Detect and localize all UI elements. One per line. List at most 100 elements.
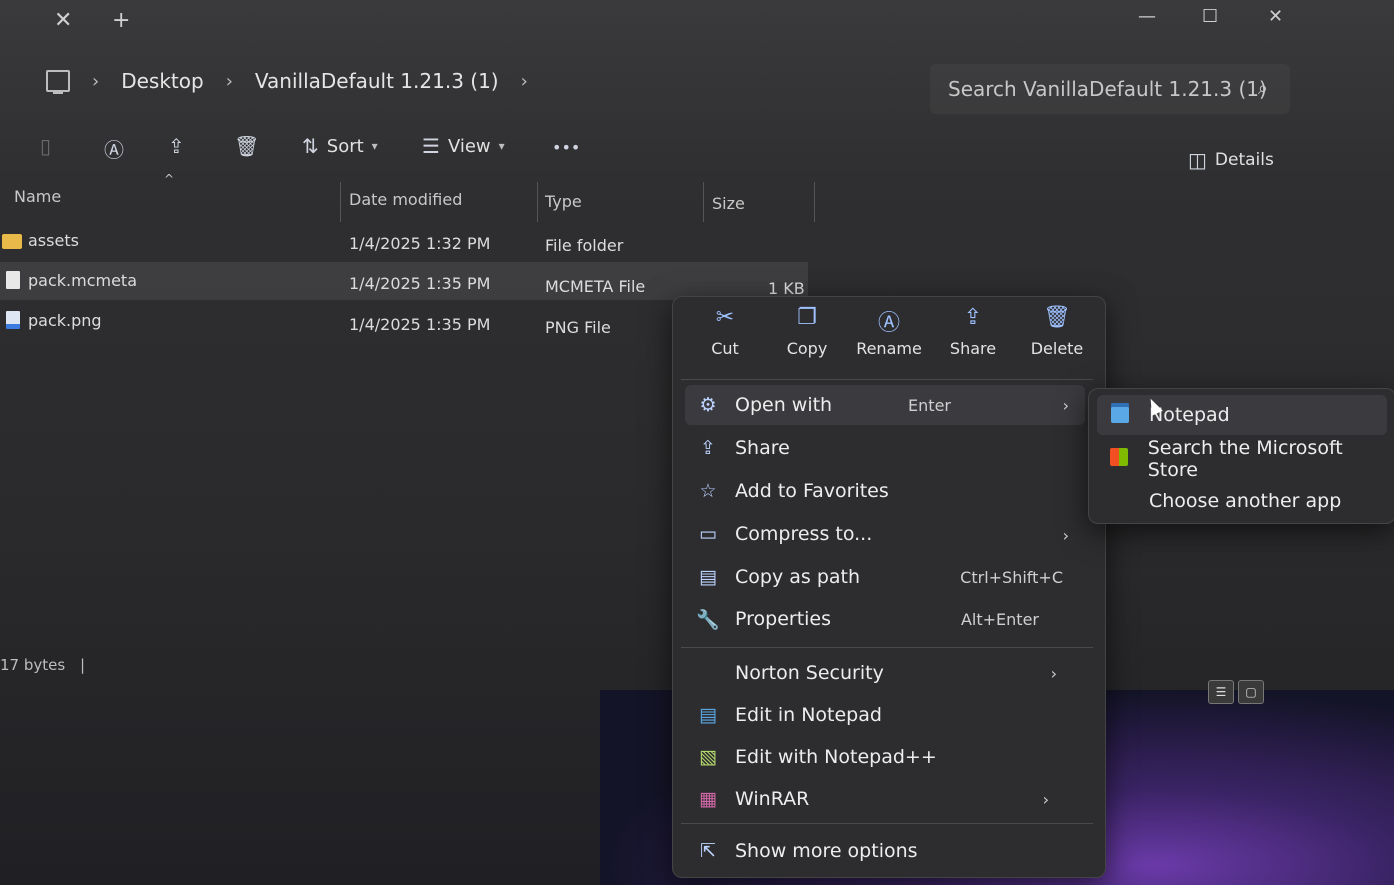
menu-item-show-more-options[interactable]: ⇱ Show more options: [685, 831, 1085, 871]
notepad-icon: [1107, 402, 1133, 428]
breadcrumb-folder[interactable]: VanillaDefault 1.21.3 (1): [255, 69, 499, 93]
chevron-right-icon: ›: [92, 70, 100, 92]
column-header-date[interactable]: Date modified: [349, 190, 462, 226]
delete-button[interactable]: 🗑 Delete: [1017, 305, 1097, 358]
rename-label: Rename: [856, 339, 922, 358]
share-icon: ⇪: [700, 437, 716, 459]
menu-item-label: WinRAR: [735, 788, 810, 810]
menu-item-open-with[interactable]: ⚙ Open with Enter ›: [685, 385, 1085, 425]
submenu-item-label: Choose another app: [1149, 490, 1342, 512]
wrench-icon: 🔧: [696, 608, 720, 631]
menu-item-copy-as-path[interactable]: ▤ Copy as path Ctrl+Shift+C: [685, 557, 1085, 597]
menu-item-share[interactable]: ⇪ Share: [685, 428, 1085, 468]
menu-item-label: Show more options: [735, 840, 918, 862]
details-label: Details: [1214, 150, 1274, 170]
notepadpp-icon: ▧: [699, 746, 717, 768]
column-header-name[interactable]: Name: [14, 187, 61, 223]
menu-divider: [681, 647, 1093, 648]
minimize-button[interactable]: —: [1138, 6, 1156, 27]
chevron-right-icon: ›: [1050, 663, 1057, 683]
search-icon: ⌕: [1257, 78, 1268, 99]
view-button[interactable]: ☰ View ▾: [422, 134, 505, 158]
notepad-icon: ▤: [699, 704, 717, 726]
copy-path-icon: ▤: [699, 566, 717, 588]
image-file-icon: [6, 311, 20, 329]
file-type: File folder: [545, 236, 624, 255]
rename-icon[interactable]: Ⓐ: [104, 134, 124, 163]
share-icon[interactable]: ⇪: [168, 134, 185, 158]
details-view-icon[interactable]: ☰: [1208, 680, 1234, 704]
file-row-selected[interactable]: pack.mcmeta 1/4/2025 1:35 PM MCMETA File…: [0, 262, 808, 300]
chevron-down-icon: ▾: [371, 139, 378, 153]
delete-icon[interactable]: 🗑: [234, 134, 259, 158]
this-pc-icon[interactable]: [46, 70, 70, 94]
cut-icon: ✂: [715, 305, 735, 330]
menu-item-winrar[interactable]: ▦ WinRAR ›: [685, 779, 1085, 819]
compress-icon: ▭: [699, 523, 717, 545]
column-divider[interactable]: [814, 182, 815, 222]
rename-button[interactable]: Ⓐ Rename: [849, 305, 929, 358]
menu-item-norton-security[interactable]: Norton Security ›: [685, 653, 1085, 693]
details-button[interactable]: ◫ Details: [1188, 148, 1274, 172]
selection-size-text: 17 bytes: [0, 656, 66, 674]
rename-icon: Ⓐ: [877, 311, 900, 336]
more-options-button[interactable]: •••: [552, 138, 580, 157]
share-label: Share: [949, 339, 997, 358]
details-pane-icon: ◫: [1188, 148, 1207, 172]
new-tab-icon[interactable]: +: [112, 8, 130, 33]
column-divider[interactable]: [537, 182, 538, 222]
file-name: assets: [28, 231, 79, 250]
menu-item-label: Edit in Notepad: [735, 704, 882, 726]
title-bar: ✕ + — ☐ ✕: [0, 0, 1394, 50]
search-box[interactable]: Search VanillaDefault 1.21.3 (1) ⌕: [930, 64, 1290, 114]
file-name: pack.png: [28, 311, 102, 330]
view-label: View: [447, 135, 491, 157]
close-tab-icon[interactable]: ✕: [54, 8, 72, 33]
paste-icon[interactable]: ▯: [40, 134, 51, 158]
menu-item-edit-in-notepad[interactable]: ▤ Edit in Notepad: [685, 695, 1085, 735]
maximize-button[interactable]: ☐: [1202, 6, 1218, 27]
menu-item-shortcut: Ctrl+Shift+C: [960, 567, 1063, 587]
delete-label: Delete: [1030, 339, 1084, 358]
chevron-right-icon: ›: [225, 70, 233, 92]
cut-button[interactable]: ✂ Cut: [685, 305, 765, 358]
menu-item-edit-with-notepadpp[interactable]: ▧ Edit with Notepad++: [685, 737, 1085, 777]
context-menu: ✂ Cut ❐ Copy Ⓐ Rename ⇪ Share 🗑 Delete ⚙…: [672, 296, 1106, 878]
submenu-item-label: Search the Microsoft Store: [1147, 437, 1343, 481]
open-with-submenu: Notepad Search the Microsoft Store Choos…: [1088, 388, 1394, 524]
submenu-item-microsoft-store[interactable]: Search the Microsoft Store: [1097, 437, 1387, 481]
large-icons-view-icon[interactable]: ▢: [1238, 680, 1264, 704]
menu-item-label: Norton Security: [735, 662, 884, 684]
breadcrumb[interactable]: › Desktop › VanillaDefault 1.21.3 (1) ›: [30, 58, 915, 104]
menu-item-compress[interactable]: ▭ Compress to... ›: [685, 514, 1085, 554]
command-bar: ▯ Ⓐ ⇪ 🗑 ⇅ Sort ▾ ☰ View ▾ ••• ◫ Details: [0, 124, 1310, 176]
column-divider[interactable]: [340, 182, 341, 222]
search-input[interactable]: Search VanillaDefault 1.21.3 (1): [948, 77, 1267, 101]
close-window-button[interactable]: ✕: [1268, 6, 1283, 27]
submenu-item-choose-another-app[interactable]: Choose another app: [1097, 481, 1387, 521]
copy-label: Copy: [786, 339, 828, 358]
file-row[interactable]: assets 1/4/2025 1:32 PM File folder: [0, 222, 808, 260]
menu-item-properties[interactable]: 🔧 Properties Alt+Enter: [685, 599, 1085, 639]
chevron-right-icon[interactable]: ›: [521, 71, 528, 92]
winrar-icon: ▦: [699, 788, 717, 810]
copy-button[interactable]: ❐ Copy: [767, 305, 847, 358]
file-type: PNG File: [545, 318, 611, 337]
menu-item-add-to-favorites[interactable]: ☆ Add to Favorites: [685, 471, 1085, 511]
share-icon: ⇪: [963, 305, 983, 330]
column-divider[interactable]: [703, 182, 704, 222]
star-icon: ☆: [699, 480, 717, 502]
delete-icon: 🗑: [1043, 305, 1071, 330]
chevron-right-icon: ›: [1042, 789, 1049, 809]
submenu-item-notepad[interactable]: Notepad: [1097, 395, 1387, 435]
status-bar: 17 bytes |: [0, 656, 85, 674]
breadcrumb-desktop[interactable]: Desktop: [121, 69, 203, 93]
file-name: pack.mcmeta: [28, 271, 137, 290]
menu-item-label: Properties: [735, 608, 832, 630]
sort-button[interactable]: ⇅ Sort ▾: [302, 134, 378, 158]
view-toggle: ☰ ▢: [1208, 680, 1264, 704]
share-button[interactable]: ⇪ Share: [933, 305, 1013, 358]
cut-label: Cut: [711, 339, 739, 358]
menu-item-shortcut: Enter: [908, 395, 951, 415]
chevron-right-icon: ›: [1062, 395, 1069, 415]
